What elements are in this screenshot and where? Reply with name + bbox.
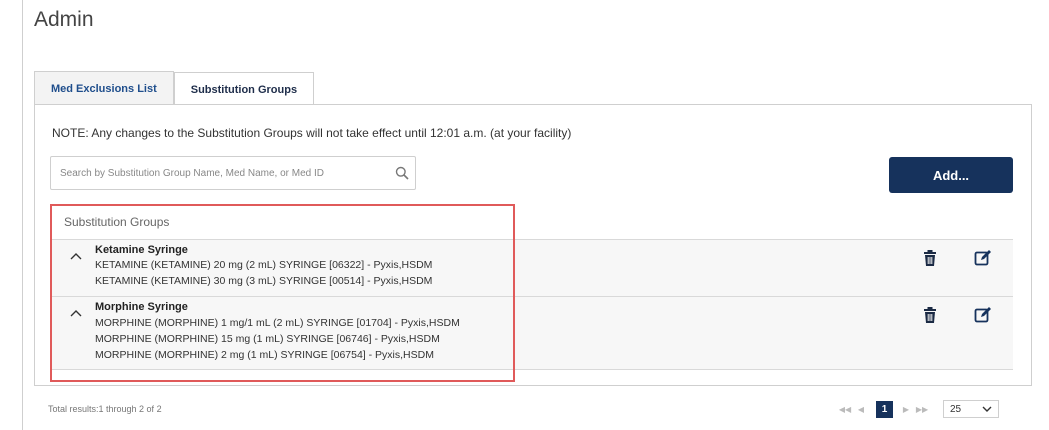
- first-page-icon[interactable]: ◀◀: [838, 401, 852, 417]
- total-results-text: Total results:1 through 2 of 2: [48, 404, 162, 414]
- add-button[interactable]: Add...: [889, 157, 1013, 193]
- chevron-up-icon[interactable]: [70, 248, 82, 260]
- med-item: KETAMINE (KETAMINE) 20 mg (2 mL) SYRINGE…: [95, 259, 433, 271]
- med-item: MORPHINE (MORPHINE) 1 mg/1 mL (2 mL) SYR…: [95, 317, 460, 329]
- grid-header-label: Substitution Groups: [64, 215, 170, 229]
- page-title: Admin: [34, 8, 94, 31]
- next-page-icon[interactable]: ▶: [899, 401, 913, 417]
- chevron-down-icon: [982, 406, 992, 412]
- trash-icon[interactable]: [921, 249, 939, 267]
- substitution-groups-grid: Substitution Groups Ketamine Syringe KET…: [50, 204, 1013, 370]
- edit-icon[interactable]: [974, 306, 992, 324]
- current-page-button[interactable]: 1: [876, 400, 893, 418]
- page-size-select[interactable]: 25: [943, 400, 999, 418]
- tab-substitution-groups[interactable]: Substitution Groups: [173, 72, 315, 106]
- grid-header: Substitution Groups: [50, 204, 1013, 240]
- page-size-value: 25: [950, 403, 962, 415]
- group-row-ketamine-syringe: Ketamine Syringe KETAMINE (KETAMINE) 20 …: [50, 240, 1013, 297]
- edit-icon[interactable]: [974, 249, 992, 267]
- pagination: ◀◀ ◀ 1 ▶ ▶▶ 25: [838, 400, 999, 418]
- trash-icon[interactable]: [921, 306, 939, 324]
- prev-page-icon[interactable]: ◀: [854, 401, 868, 417]
- tab-bar: Med Exclusions List Substitution Groups: [34, 71, 315, 106]
- search-input[interactable]: [58, 157, 388, 189]
- tab-med-exclusions-list[interactable]: Med Exclusions List: [34, 71, 174, 105]
- group-name: Morphine Syringe: [95, 301, 188, 313]
- med-item: MORPHINE (MORPHINE) 15 mg (1 mL) SYRINGE…: [95, 333, 440, 345]
- med-item: MORPHINE (MORPHINE) 2 mg (1 mL) SYRINGE …: [95, 349, 434, 361]
- group-name: Ketamine Syringe: [95, 244, 188, 256]
- last-page-icon[interactable]: ▶▶: [915, 401, 929, 417]
- search-field[interactable]: [50, 156, 416, 190]
- group-row-morphine-syringe: Morphine Syringe MORPHINE (MORPHINE) 1 m…: [50, 297, 1013, 370]
- med-item: KETAMINE (KETAMINE) 30 mg (3 mL) SYRINGE…: [95, 275, 433, 287]
- effect-time-note: NOTE: Any changes to the Substitution Gr…: [52, 126, 572, 140]
- search-icon[interactable]: [395, 166, 409, 180]
- chevron-up-icon[interactable]: [70, 305, 82, 317]
